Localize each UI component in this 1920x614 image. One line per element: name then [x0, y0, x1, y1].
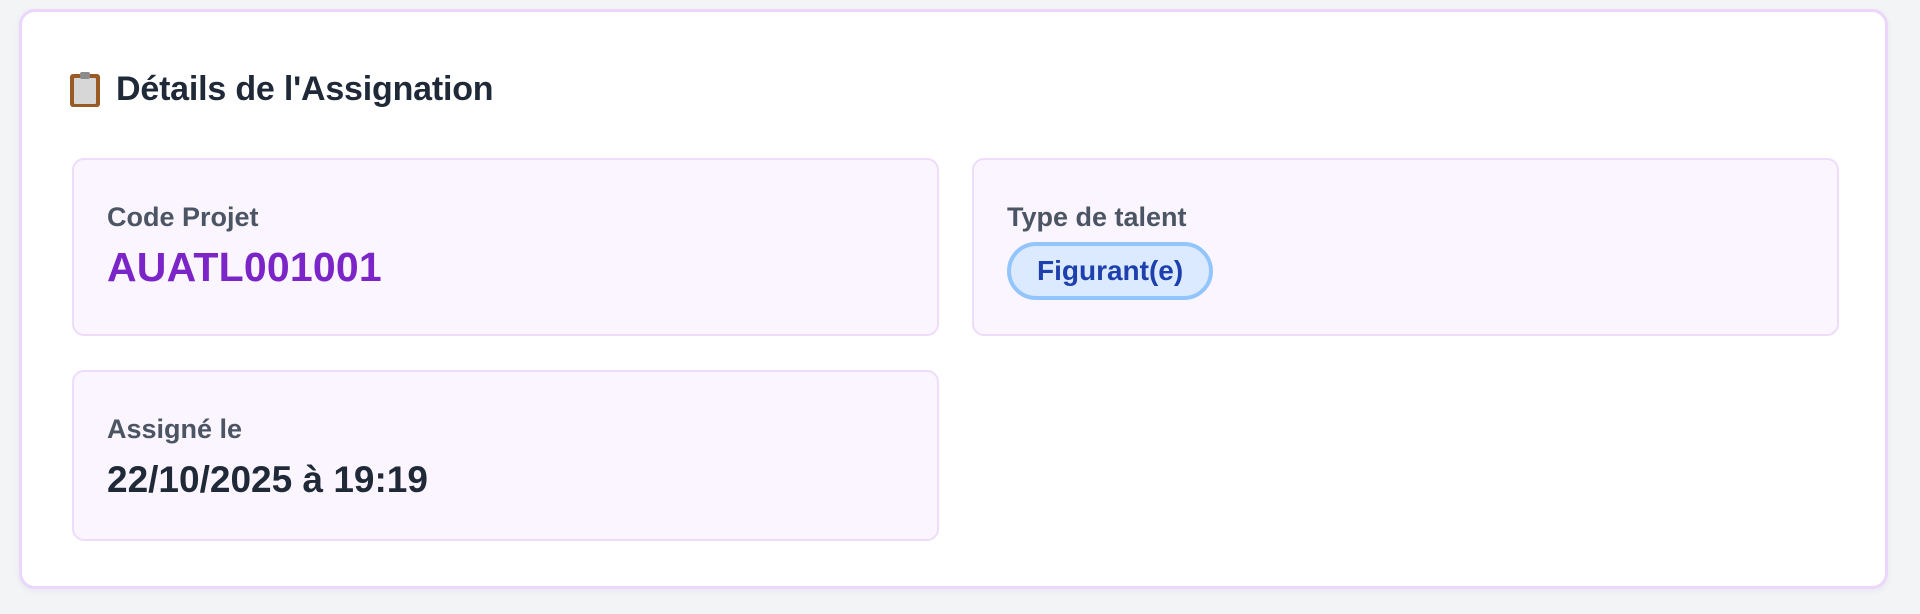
clipboard-icon: [70, 72, 100, 107]
card-header: Détails de l'Assignation: [70, 70, 494, 109]
card-title: Détails de l'Assignation: [116, 70, 494, 108]
talent-type-field: Type de talent Figurant(e): [972, 158, 1839, 336]
project-code-field: Code Projet AUATL001001: [72, 158, 939, 336]
assigned-at-value: 22/10/2025 à 19:19: [107, 459, 428, 500]
assigned-at-label: Assigné le: [107, 414, 243, 444]
project-code-label: Code Projet: [107, 202, 259, 232]
talent-type-label: Type de talent: [1007, 202, 1187, 232]
assigned-at-field: Assigné le 22/10/2025 à 19:19: [72, 370, 939, 541]
project-code-value: AUATL001001: [107, 244, 382, 290]
talent-type-badge: Figurant(e): [1007, 242, 1214, 300]
assignment-details-card: Détails de l'Assignation Code Projet AUA…: [19, 9, 1888, 589]
